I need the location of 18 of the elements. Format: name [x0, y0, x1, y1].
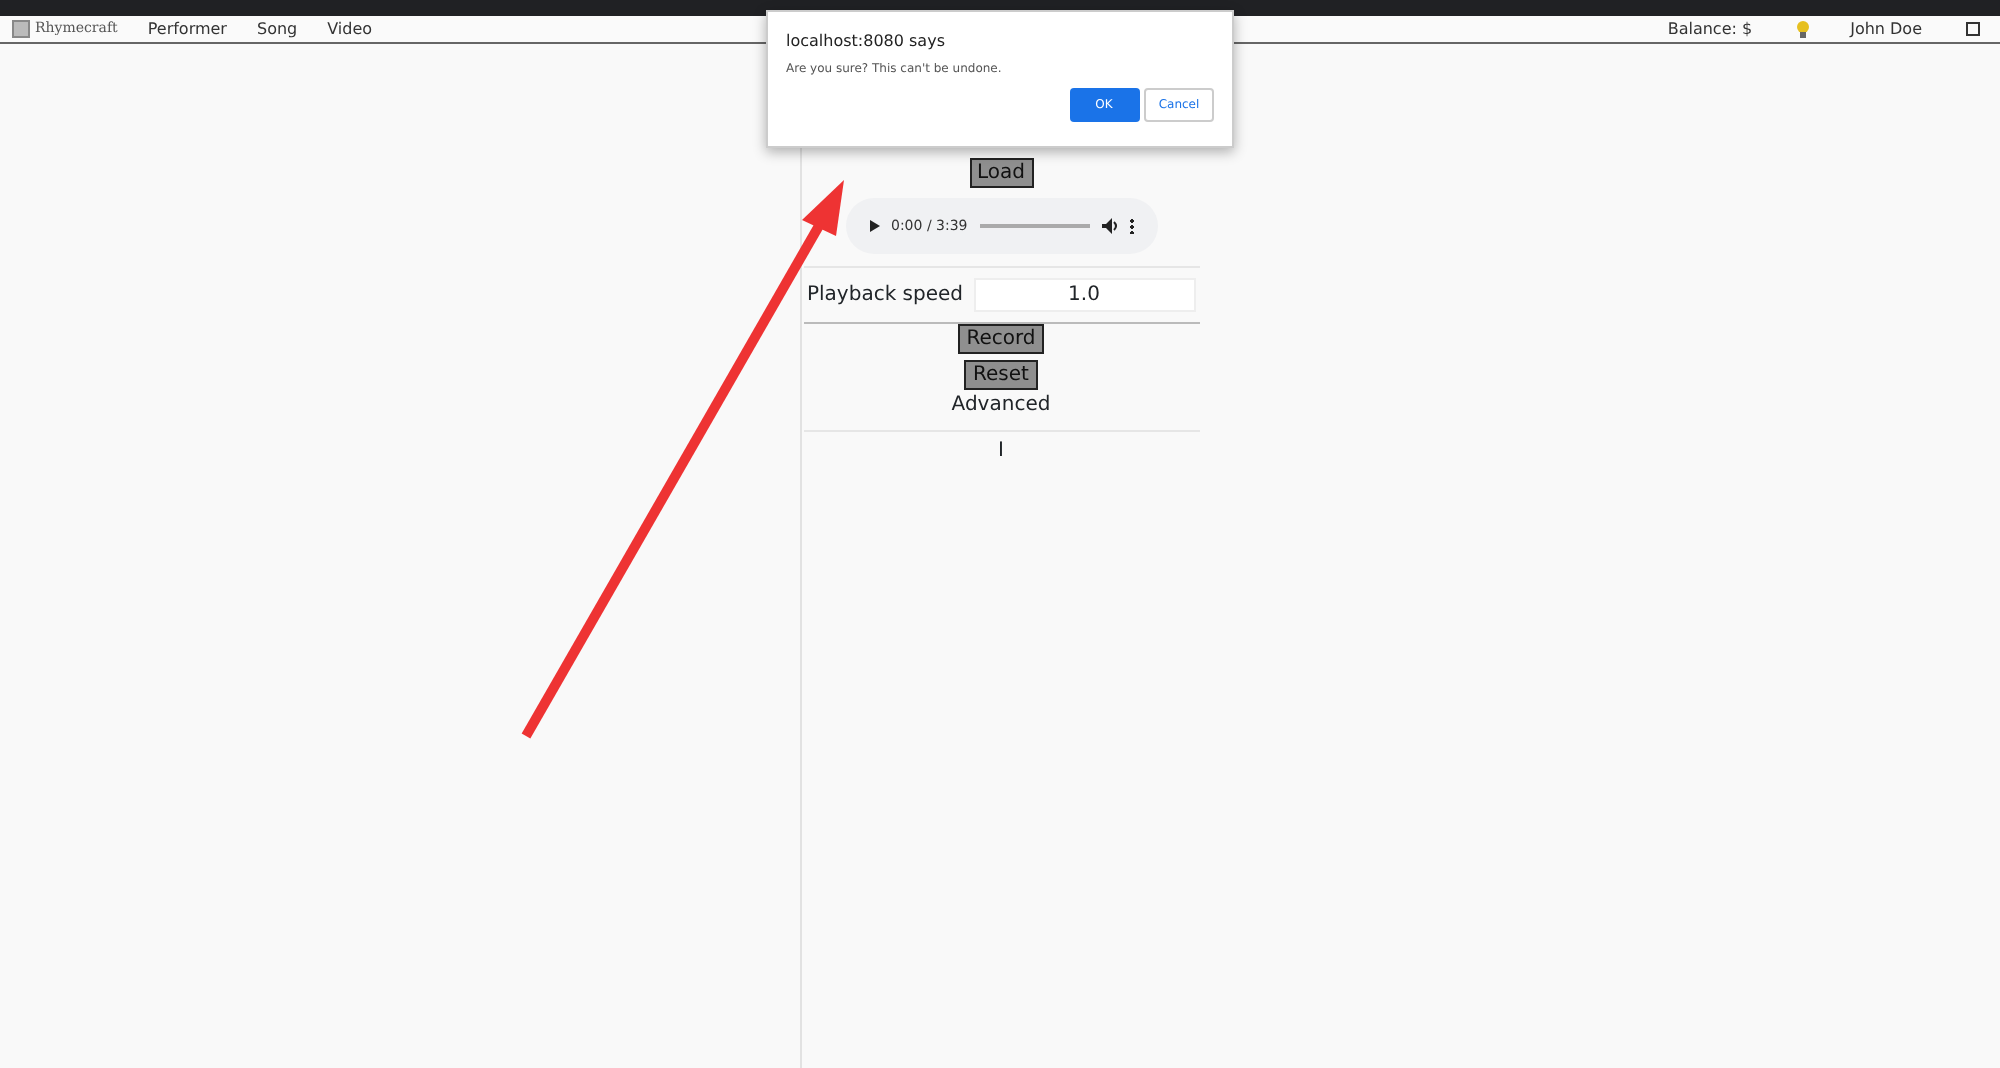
speed-label: Playback speed [807, 282, 964, 310]
balance-text: Balance: $ [1667, 17, 1753, 41]
reset-button[interactable]: Reset [963, 359, 1039, 389]
speed-field[interactable]: 1.0 [973, 278, 1195, 312]
nav-link[interactable]: Song [256, 17, 298, 41]
user-name[interactable]: John Doe [1850, 17, 1922, 41]
load-button[interactable]: Load [969, 158, 1033, 188]
volume-icon[interactable] [1101, 218, 1117, 234]
nav-link[interactable]: Performer [147, 17, 227, 41]
lightbulb-icon[interactable] [1796, 20, 1811, 38]
window-icon[interactable] [1966, 22, 1980, 36]
nav-link[interactable]: Video [327, 17, 373, 41]
logo-icon [12, 20, 30, 38]
record-button[interactable]: Record [958, 324, 1044, 354]
play-icon[interactable] [869, 220, 879, 232]
advanced-text[interactable]: Advanced [951, 389, 1051, 419]
dialog-title: localhost:8080 says [786, 30, 947, 54]
column-text: I [998, 438, 1004, 466]
